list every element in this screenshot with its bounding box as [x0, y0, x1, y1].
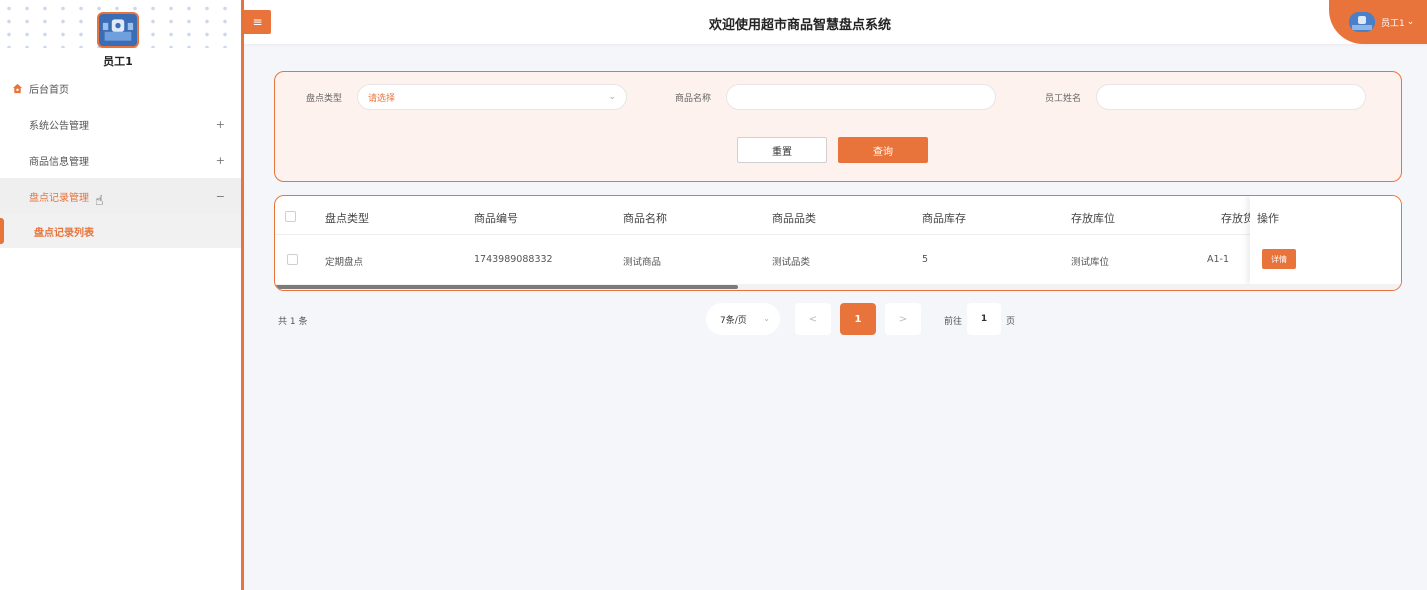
operation-column: 操作 详情	[1250, 196, 1401, 284]
page-size-select[interactable]: 7条/页 ⌄	[706, 303, 780, 335]
sidebar-subitem-record-list[interactable]: 盘点记录列表	[0, 214, 241, 248]
chevron-down-icon: ⌄	[763, 314, 770, 323]
avatar[interactable]	[97, 12, 139, 48]
total-count: 共 1 条	[278, 317, 308, 327]
expand-icon: +	[215, 117, 225, 131]
column-header: 操作	[1257, 212, 1279, 225]
next-page-button[interactable]: >	[885, 303, 921, 335]
product-name-input[interactable]	[726, 84, 996, 110]
top-header: ≡ 欢迎使用超市商品智慧盘点系统 员工1 ⌄	[244, 0, 1427, 44]
robot-avatar-icon	[1349, 12, 1375, 32]
table-cell: 测试品类	[772, 257, 811, 268]
table-cell: 定期盘点	[325, 257, 364, 268]
sidebar-subitem-label: 盘点记录列表	[34, 227, 94, 239]
row-checkbox[interactable]	[287, 254, 298, 265]
table-cell: 5	[922, 254, 929, 265]
goto-page-input[interactable]: 1	[967, 303, 1001, 335]
sidebar-item-announcements[interactable]: 系统公告管理 +	[0, 106, 241, 142]
sidebar-username: 员工1	[103, 55, 133, 68]
page-size-value: 7条/页	[720, 315, 747, 326]
grid-icon	[12, 191, 23, 202]
goto-suffix: 页	[1006, 317, 1016, 327]
sidebar-item-label: 商品信息管理	[29, 156, 89, 168]
inventory-type-label: 盘点类型	[306, 94, 343, 104]
detail-button[interactable]: 详情	[1262, 249, 1296, 269]
home-icon	[12, 83, 23, 94]
user-menu-label: 员工1	[1381, 18, 1405, 29]
column-header[interactable]: 商品品类	[772, 210, 816, 226]
grid-icon	[12, 119, 23, 130]
column-header[interactable]: 商品编号	[474, 210, 518, 226]
sidebar-item-inventory-records[interactable]: 盘点记录管理 −	[0, 178, 241, 214]
employee-name-label: 员工姓名	[1045, 94, 1082, 104]
column-header[interactable]: 存放库位	[1071, 210, 1115, 226]
hand-cursor-icon: ☝	[95, 193, 104, 209]
sidebar-item-home[interactable]: 后台首页	[0, 70, 241, 106]
page-number-button[interactable]: 1	[840, 303, 876, 335]
column-header[interactable]: 商品名称	[623, 210, 667, 226]
prev-page-button[interactable]: <	[795, 303, 831, 335]
sidebar-divider	[241, 0, 244, 590]
query-button[interactable]: 查询	[838, 137, 928, 163]
sidebar-menu: 后台首页 系统公告管理 + 商品信息管理 + 盘点记录管理 − 盘点记录列表	[0, 70, 241, 248]
records-table: 盘点类型 商品编号 商品名称 商品品类 商品库存 存放库位 存放货 定期盘点 1…	[274, 195, 1402, 291]
search-panel: 盘点类型 请选择 ⌄ 商品名称 员工姓名 重置 查询	[274, 71, 1402, 182]
table-cell: 1743989088332	[474, 254, 553, 265]
header-divider	[275, 234, 1401, 235]
product-name-label: 商品名称	[675, 94, 712, 104]
column-header[interactable]: 商品库存	[922, 210, 966, 226]
sidebar-item-label: 盘点记录管理	[29, 192, 89, 204]
grid-icon	[12, 155, 23, 166]
expand-icon: +	[215, 153, 225, 167]
scrollbar-thumb[interactable]	[275, 285, 738, 289]
reset-button[interactable]: 重置	[737, 137, 827, 163]
user-avatar	[1349, 12, 1375, 32]
chevron-down-icon: ⌄	[1406, 17, 1415, 27]
sidebar-item-label: 后台首页	[29, 84, 69, 96]
sidebar-item-products[interactable]: 商品信息管理 +	[0, 142, 241, 178]
user-menu[interactable]: 员工1 ⌄	[1329, 0, 1427, 44]
chevron-down-icon: ⌄	[608, 92, 616, 102]
select-all-checkbox[interactable]	[285, 211, 296, 222]
collapse-icon: −	[215, 189, 225, 203]
page-title: 欢迎使用超市商品智慧盘点系统	[708, 18, 891, 33]
sidebar-item-label: 系统公告管理	[29, 120, 89, 132]
inventory-type-placeholder: 请选择	[368, 93, 396, 104]
sidebar: 员工1 后台首页 系统公告管理 + 商品信息管理 + 盘点记录管理 − 盘点记录…	[0, 0, 241, 590]
table-cell: A1-1	[1207, 254, 1230, 265]
table-cell: 测试库位	[1071, 257, 1110, 268]
inventory-type-select[interactable]: 请选择 ⌄	[357, 84, 627, 110]
robot-avatar-icon	[99, 14, 137, 46]
goto-prefix: 前往	[944, 317, 963, 327]
column-header[interactable]: 盘点类型	[325, 210, 369, 226]
employee-name-input[interactable]	[1096, 84, 1366, 110]
table-cell: 测试商品	[623, 257, 662, 268]
